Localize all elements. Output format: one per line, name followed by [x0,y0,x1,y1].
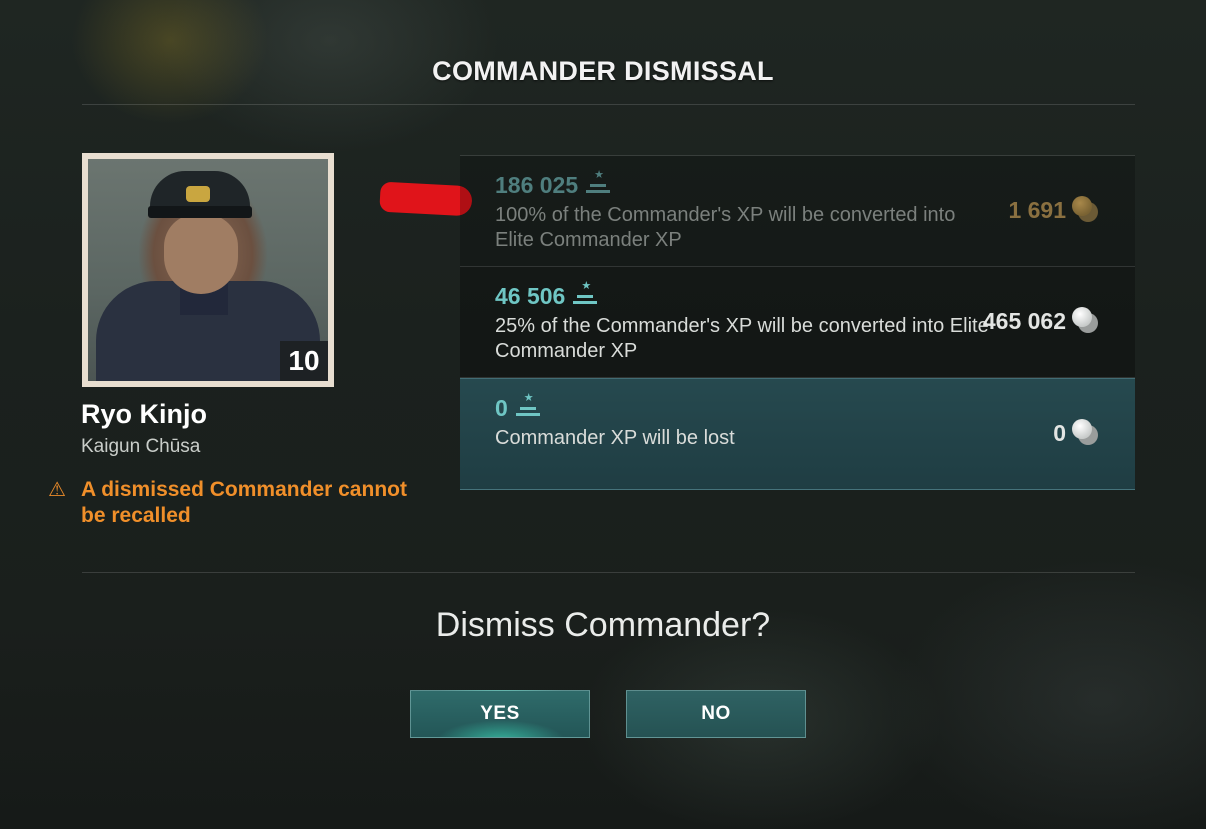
red-annotation-mark [379,181,473,217]
option-xp-value: 46 506 ★ [495,280,599,310]
portrait-cap-brim [148,206,252,218]
credits-icon [1072,307,1100,333]
portrait-face [164,214,238,294]
confirm-question: Dismiss Commander? [435,606,771,644]
option-no-conversion[interactable]: 0 ★ Commander XP will be lost 0 [460,378,1135,490]
gold-icon [1072,196,1100,222]
option-description: 100% of the Commander's XP will be conve… [495,204,956,251]
option-xp-amount: 186 025 [495,172,579,198]
elite-xp-icon: ★ [515,392,542,418]
top-divider [82,104,1135,105]
option-description: 25% of the Commander's XP will be conver… [495,315,989,362]
option-cost: 465 062 [983,307,1100,335]
option-full-conversion[interactable]: 186 025 ★ 100% of the Commander's XP will… [460,156,1135,267]
elite-xp-icon: ★ [586,169,612,195]
portrait-cap-badge [186,186,210,202]
option-xp-amount: 0 [495,395,508,421]
commander-level-badge: 10 [280,341,328,381]
option-xp-value: 186 025 ★ [495,169,612,199]
commander-name: Ryo Kinjo [81,399,207,429]
warning-triangle-icon: ⚠ [48,479,66,501]
option-cost-amount: 465 062 [982,308,1066,334]
option-partial-conversion[interactable]: 46 506 ★ 25% of the Commander's XP will b… [460,267,1135,378]
option-cost: 1 691 [1008,196,1100,224]
dialog-title: COMMANDER DISMISSAL [432,56,774,86]
option-cost: 0 [1053,419,1100,447]
dismissal-options-list: 186 025 ★ 100% of the Commander's XP will… [460,155,1135,490]
yes-button[interactable]: YES [410,690,590,738]
option-xp-amount: 46 506 [495,283,566,309]
no-button[interactable]: NO [626,690,806,738]
option-xp-value: 0 ★ [495,392,542,422]
credits-icon [1072,419,1100,445]
warning-text: A dismissed Commander cannot be recalled [81,478,407,527]
bottom-divider [82,572,1135,573]
elite-xp-icon: ★ [573,280,599,306]
commander-portrait: 10 [82,153,334,387]
option-description: Commander XP will be lost [495,427,735,449]
option-cost-amount: 1 691 [1008,197,1066,223]
commander-rank: Kaigun Chūsa [81,436,201,457]
option-cost-amount: 0 [1053,420,1066,446]
